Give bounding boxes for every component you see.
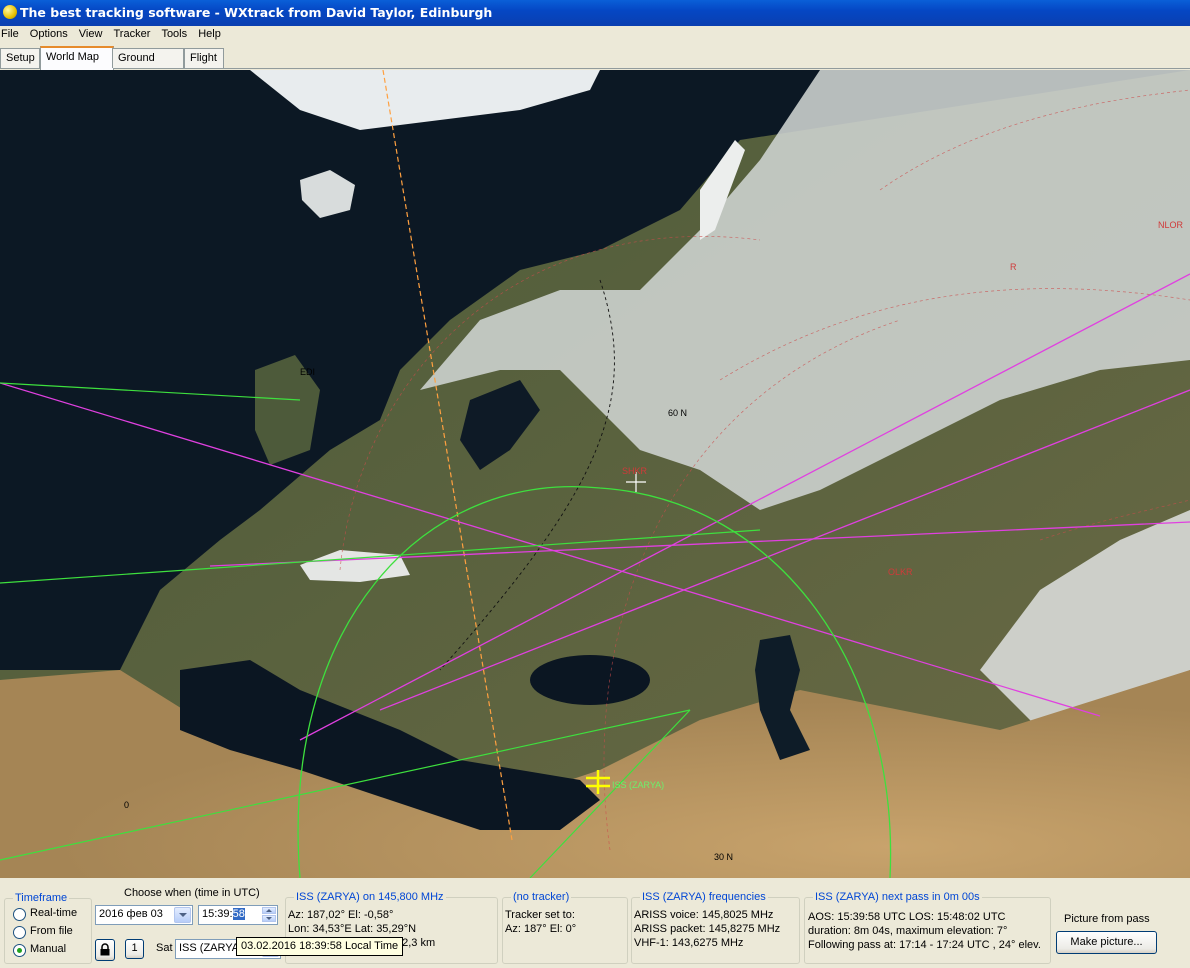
radio-from-file-dot[interactable] (13, 926, 26, 939)
title-bar: The best tracking software - WXtrack fro… (0, 0, 1190, 26)
time-field[interactable]: 15:39:58 (198, 905, 278, 925)
freq-vhf: VHF-1: 143,6275 MHz (634, 937, 744, 949)
make-picture-button[interactable]: Make picture... (1056, 931, 1157, 954)
menu-tracker[interactable]: Tracker (113, 26, 156, 40)
menu-bar: File Options View Tracker Tools Help (0, 26, 1190, 44)
date-dropdown-icon[interactable] (174, 907, 191, 923)
control-panel: Timeframe Real-time From file Manual Cho… (0, 878, 1190, 968)
radio-realtime-dot[interactable] (13, 908, 26, 921)
station-label-1: NLOR (1158, 220, 1184, 230)
world-map[interactable]: EDI SHKR NLOR R OLKR ISS (ZARYA) 60 N 30… (0, 70, 1190, 878)
sat-info-lonlat: Lon: 34,53°E Lat: 35,29°N (288, 923, 417, 935)
sat-info-azel: Az: 187,02° El: -0,58° (288, 909, 394, 921)
radio-from-file-label[interactable]: From file (30, 925, 73, 937)
lock-icon (100, 943, 110, 956)
counter-button[interactable]: 1 (125, 939, 144, 959)
menu-options[interactable]: Options (29, 26, 73, 40)
tracker-azel: Az: 187° El: 0° (505, 923, 577, 935)
sat-label: Sat (156, 942, 173, 954)
time-value[interactable]: 15:39:58 (202, 908, 245, 920)
tab-world-map[interactable]: World Map (40, 46, 114, 70)
next-pass-aos-los: AOS: 15:39:58 UTC LOS: 15:48:02 UTC (808, 911, 1006, 923)
sat-info-label: ISS (ZARYA) on 145,800 MHz (294, 891, 446, 903)
lock-button[interactable] (95, 939, 115, 961)
menu-view[interactable]: View (78, 26, 108, 40)
frequencies-label: ISS (ZARYA) frequencies (640, 891, 768, 903)
date-picker[interactable]: 2016 фев 03 (95, 905, 193, 925)
time-prefix: 15:39: (202, 908, 233, 920)
tracker-group: (no tracker) Tracker set to: Az: 187° El… (502, 891, 628, 964)
tab-flight[interactable]: Flight (184, 48, 224, 68)
tab-setup[interactable]: Setup (0, 48, 40, 68)
picture-label: Picture from pass (1064, 913, 1150, 925)
app-icon[interactable] (3, 5, 17, 19)
tracker-set-to: Tracker set to: (505, 909, 575, 921)
frequencies-group: ISS (ZARYA) frequencies ARISS voice: 145… (631, 891, 800, 964)
station-label-shkr: SHKR (622, 466, 648, 476)
black-sea (530, 655, 650, 705)
next-pass-group: ISS (ZARYA) next pass in 0m 00s AOS: 15:… (804, 891, 1051, 964)
station-label-2: R (1010, 262, 1017, 272)
menu-tools[interactable]: Tools (160, 26, 192, 40)
station-label-edi: EDI (300, 367, 316, 377)
freq-packet: ARISS packet: 145,8275 MHz (634, 923, 781, 935)
radio-manual-label[interactable]: Manual (30, 943, 66, 955)
date-value: 2016 фев 03 (99, 908, 163, 920)
grid-label-30n: 30 N (714, 852, 734, 862)
station-label-3: OLKR (888, 567, 913, 577)
next-pass-duration: duration: 8m 04s, maximum elevation: 7° (808, 925, 1008, 937)
timeframe-label: Timeframe (13, 892, 70, 904)
timeframe-group: Timeframe Real-time From file Manual (4, 892, 92, 964)
freq-voice: ARISS voice: 145,8025 MHz (634, 909, 774, 921)
spin-down-icon[interactable] (262, 915, 276, 922)
satellite-label: ISS (ZARYA) (612, 780, 665, 790)
window-title: The best tracking software - WXtrack fro… (20, 5, 493, 20)
map-canvas (0, 70, 1190, 878)
next-pass-following: Following pass at: 17:14 - 17:24 UTC , 2… (808, 939, 1041, 951)
spin-up-icon[interactable] (262, 907, 276, 914)
tab-ground-path[interactable]: Ground Path (112, 48, 184, 82)
grid-label-0: 0 (124, 800, 130, 810)
menu-file[interactable]: File (0, 26, 24, 40)
time-spinner[interactable] (262, 907, 276, 922)
next-pass-label: ISS (ZARYA) next pass in 0m 00s (813, 891, 982, 903)
choose-when-label: Choose when (time in UTC) (124, 887, 260, 899)
tab-strip: Setup World Map Ground Path Flight (0, 46, 1190, 82)
satellite-select-value: ISS (ZARYA) (179, 942, 243, 954)
radio-manual-dot[interactable] (13, 944, 26, 957)
grid-label-60n: 60 N (668, 408, 688, 418)
radio-realtime-label[interactable]: Real-time (30, 907, 77, 919)
local-time-tooltip: 03.02.2016 18:39:58 Local Time (236, 937, 404, 956)
tracker-label: (no tracker) (511, 891, 572, 903)
menu-help[interactable]: Help (197, 26, 226, 40)
time-seconds-selected: 58 (232, 908, 245, 920)
